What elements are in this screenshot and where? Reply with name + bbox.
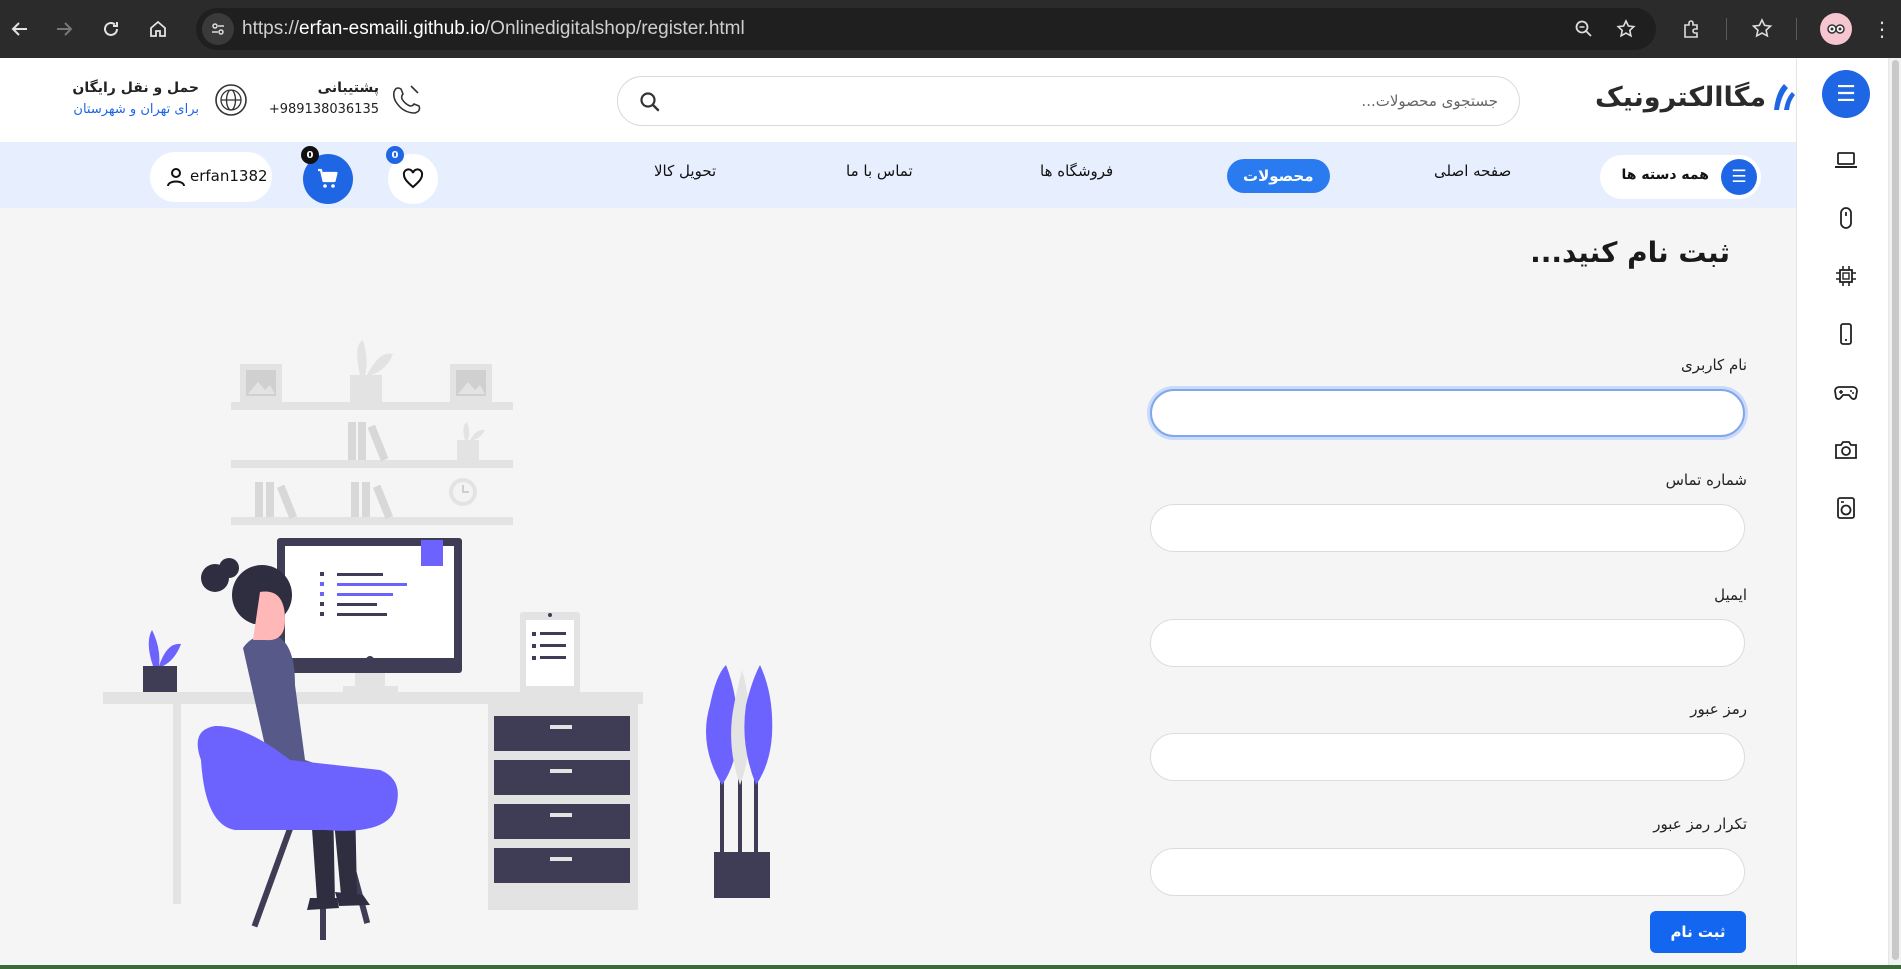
url-host: erfan-esmaili.github.io (299, 18, 485, 39)
window-bottom-edge (0, 965, 1901, 969)
email-input[interactable] (1150, 619, 1745, 667)
wishlist-count-badge: 0 (386, 146, 404, 164)
main-nav: ☰ همه دسته ها صفحه اصلی محصولات فروشگاه … (0, 142, 1796, 208)
phone-handset-icon (392, 85, 421, 114)
logo[interactable]: مگاالکترونیک (1595, 80, 1796, 114)
nav-link-delivery[interactable]: تحویل کالا (654, 162, 716, 180)
scrollbar-thumb[interactable] (1892, 60, 1899, 960)
username-input[interactable] (1150, 389, 1745, 437)
cpu-icon[interactable] (1830, 260, 1862, 292)
search-box (617, 76, 1520, 126)
page-scrollbar[interactable] (1888, 58, 1901, 969)
phone-icon[interactable] (1830, 318, 1862, 350)
support-title: پشتیبانی (317, 80, 379, 96)
bookmark-star-icon[interactable] (1610, 13, 1642, 45)
url-path: /Onlinedigitalshop/register.html (484, 18, 745, 39)
zoom-icon[interactable] (1568, 13, 1600, 45)
all-categories-label: همه دسته ها (1621, 167, 1709, 183)
password-input[interactable] (1150, 733, 1745, 781)
logo-text: مگاالکترونیک (1595, 81, 1767, 113)
support-info: پشتیبانی +989138036135 (268, 78, 424, 122)
toolbar-separator (1726, 18, 1727, 40)
toolbar-separator (1796, 18, 1797, 40)
register-button[interactable]: ثبت نام (1650, 911, 1746, 953)
cart-count-badge: 0 (301, 146, 319, 164)
search-icon[interactable] (638, 90, 662, 114)
nav-link-contact[interactable]: تماس با ما (846, 162, 913, 180)
url-text[interactable]: https://erfan-esmaili.github.io/Onlinedi… (242, 18, 745, 40)
reading-list-icon[interactable] (1746, 13, 1778, 45)
user-icon (167, 168, 185, 187)
password-label: رمز عبور (1690, 700, 1747, 718)
nav-link-products[interactable]: محصولات (1227, 159, 1330, 193)
shipping-subtitle: برای تهران و شهرستان (73, 102, 199, 117)
email-label: ایمیل (1714, 586, 1747, 604)
nav-link-home[interactable]: صفحه اصلی (1434, 162, 1511, 180)
cart-icon (318, 168, 338, 188)
username: erfan1382 (190, 167, 268, 185)
shipping-info: حمل و نقل رایگان برای تهران و شهرستان (72, 78, 249, 122)
sidebar-menu-button[interactable]: ☰ (1822, 70, 1870, 118)
laptop-icon[interactable] (1830, 144, 1862, 176)
forward-icon[interactable] (48, 13, 80, 45)
support-phone: +989138036135 (268, 102, 379, 117)
profile-avatar[interactable] (1820, 13, 1852, 45)
site-info-icon[interactable] (202, 13, 234, 45)
extensions-icon[interactable] (1676, 13, 1708, 45)
username-label: نام کاربری (1681, 356, 1747, 374)
page-title: ثبت نام کنید... (1530, 236, 1730, 269)
category-sidebar: ☰ (1796, 58, 1901, 969)
globe-icon (215, 84, 247, 116)
all-categories-button[interactable]: ☰ همه دسته ها (1600, 155, 1761, 199)
browser-toolbar: https://erfan-esmaili.github.io/Onlinedi… (0, 0, 1901, 58)
plant-illustration (690, 655, 790, 910)
address-bar[interactable]: https://erfan-esmaili.github.io/Onlinedi… (196, 8, 1656, 50)
search-input[interactable] (678, 85, 1498, 117)
shipping-title: حمل و نقل رایگان (72, 80, 199, 96)
hamburger-icon: ☰ (1721, 159, 1757, 195)
home-icon[interactable] (142, 13, 174, 45)
washing-machine-icon[interactable] (1830, 492, 1862, 524)
heart-icon (402, 168, 424, 189)
url-scheme: https:// (242, 18, 300, 39)
site-header: مگاالکترونیک پشتیبانی +989138036135 حمل … (0, 58, 1796, 142)
menu-icon[interactable]: ⋮ (1872, 13, 1892, 45)
nav-link-stores[interactable]: فروشگاه ها (1040, 162, 1113, 180)
confirm-password-label: تکرار رمز عبور (1653, 815, 1747, 833)
phone-input[interactable] (1150, 504, 1745, 552)
mouse-icon[interactable] (1830, 202, 1862, 234)
confirm-password-input[interactable] (1150, 848, 1745, 896)
reload-icon[interactable] (95, 13, 127, 45)
logo-mark-icon (1774, 84, 1796, 110)
gamepad-icon[interactable] (1830, 376, 1862, 408)
user-account-button[interactable]: erfan1382 (150, 152, 272, 202)
phone-label: شماره تماس (1665, 471, 1747, 489)
camera-icon[interactable] (1830, 434, 1862, 466)
back-icon[interactable] (4, 13, 36, 45)
